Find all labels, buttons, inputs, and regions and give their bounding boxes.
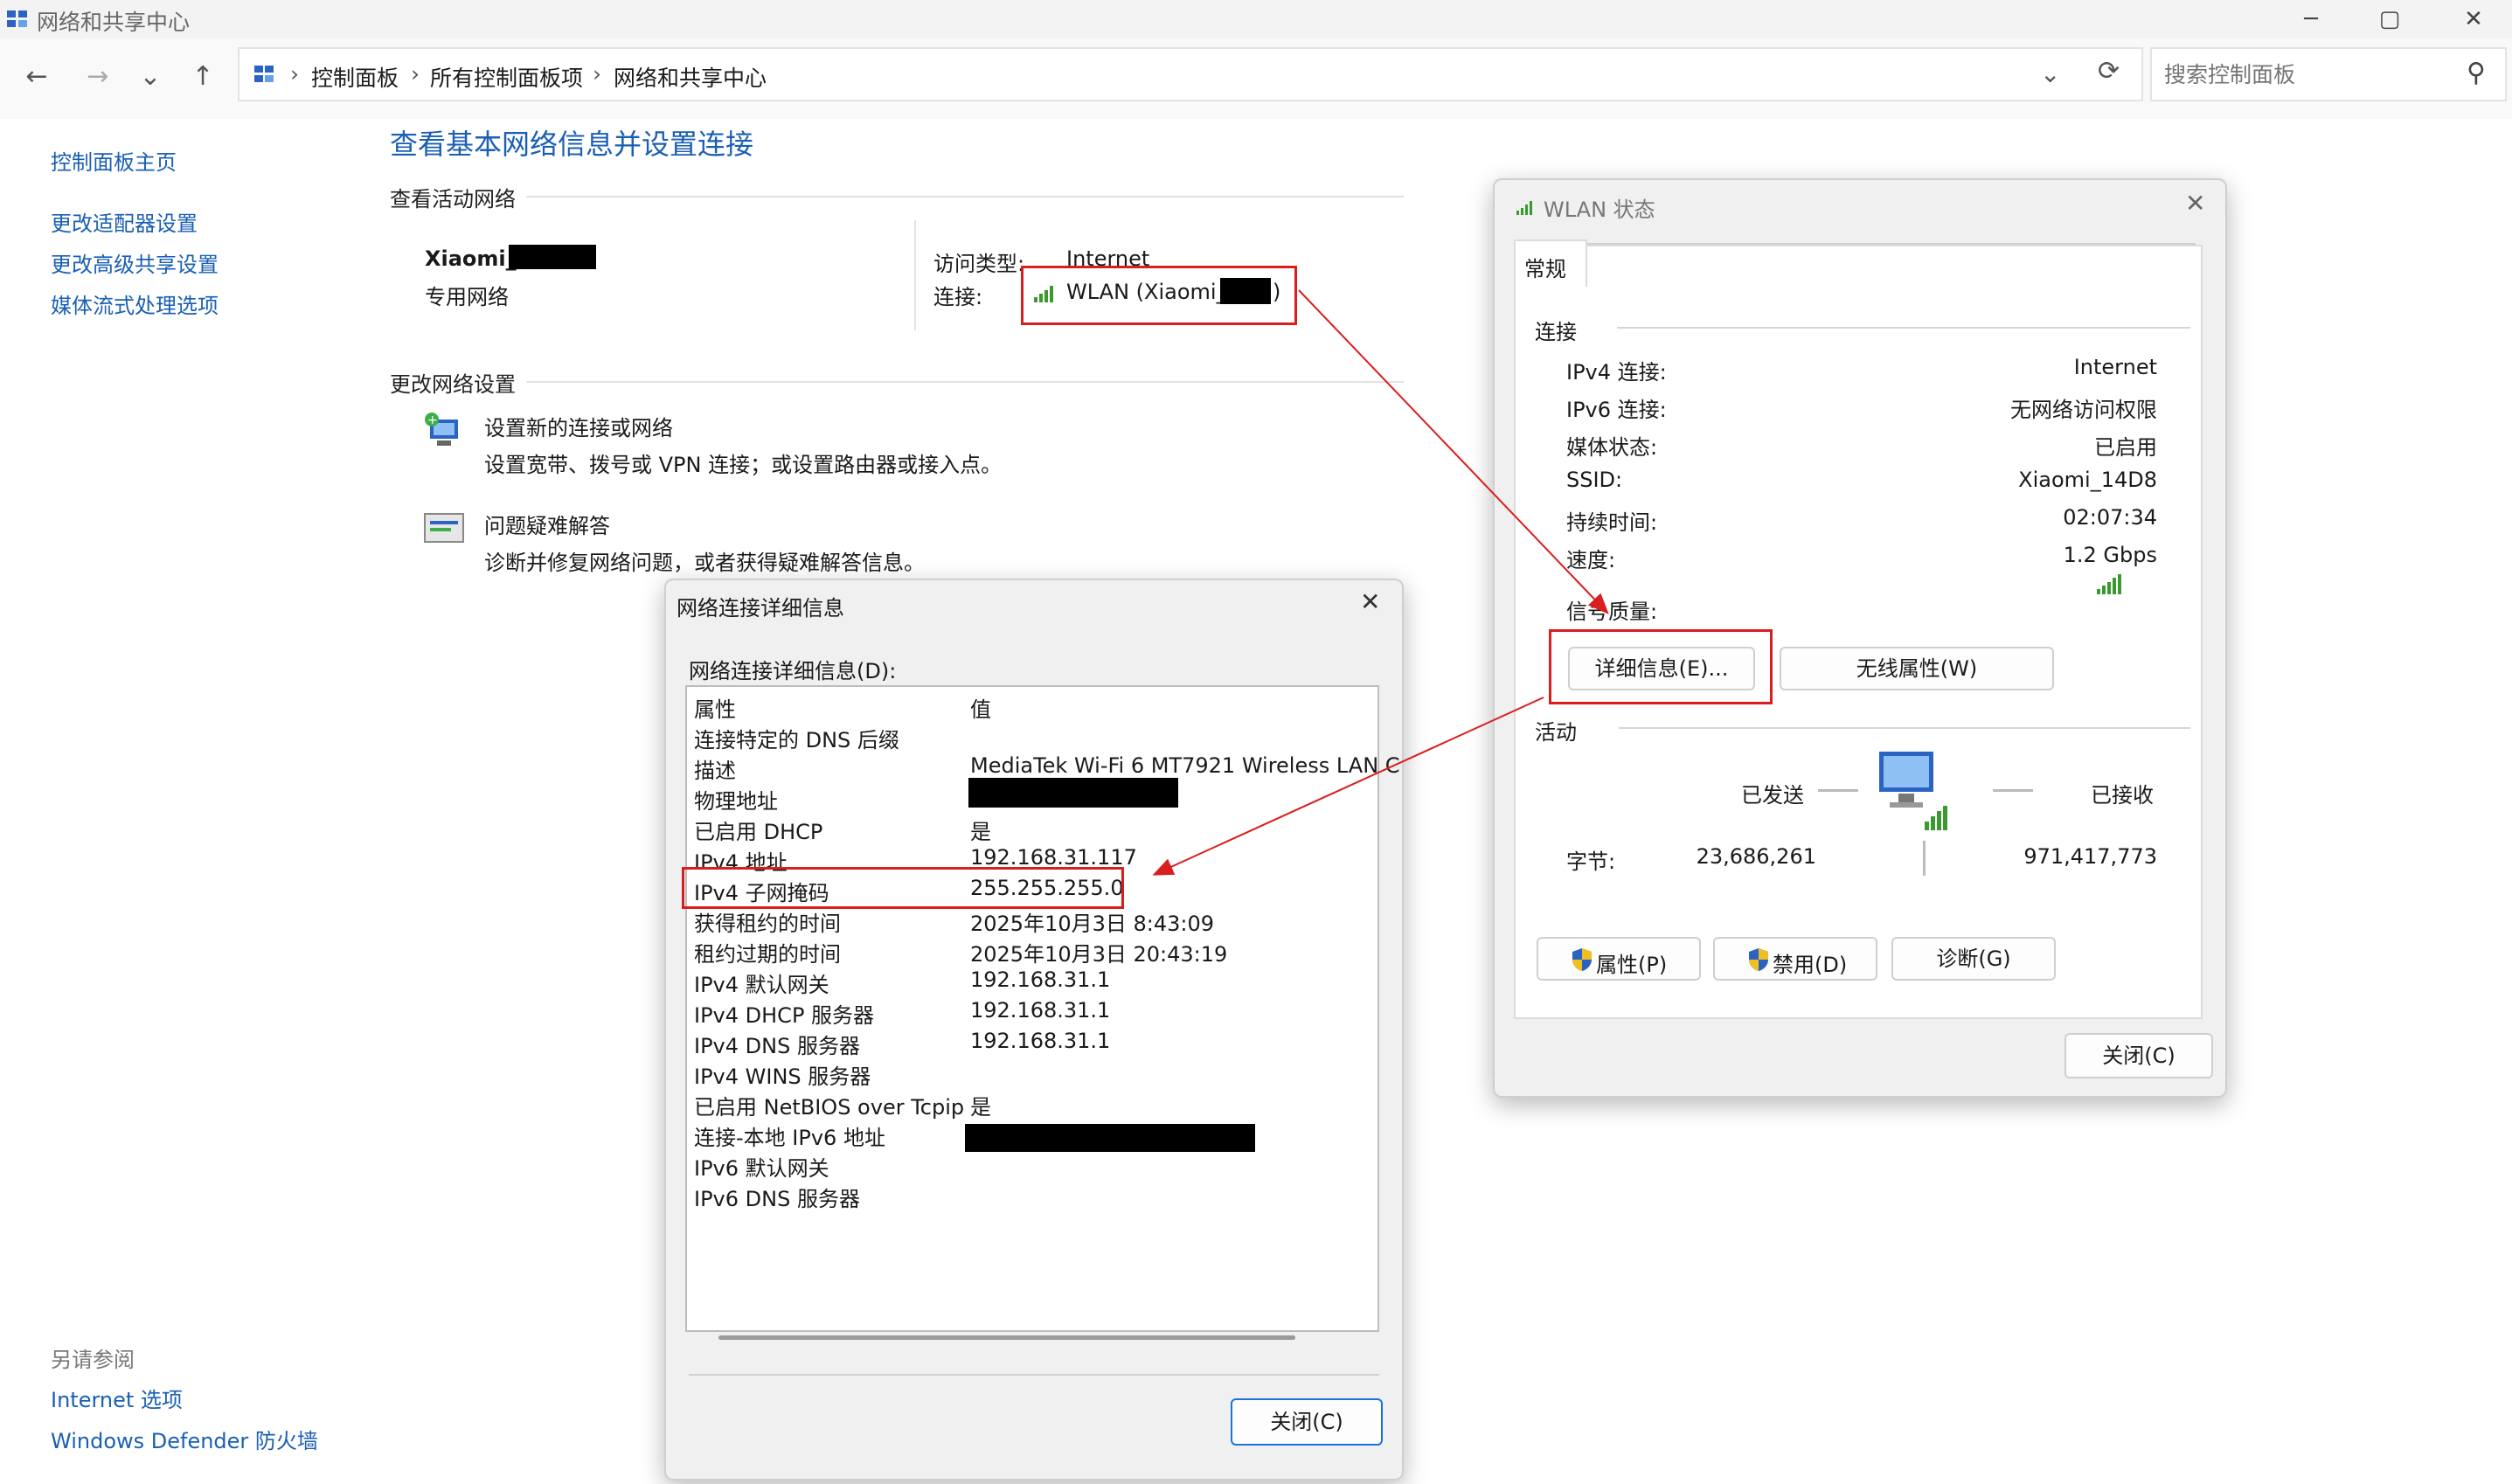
arrow-to-subnet-mask [1152,697,1544,876]
arrow-to-details-button [1298,289,1609,614]
annotation-arrows [1152,289,1609,876]
